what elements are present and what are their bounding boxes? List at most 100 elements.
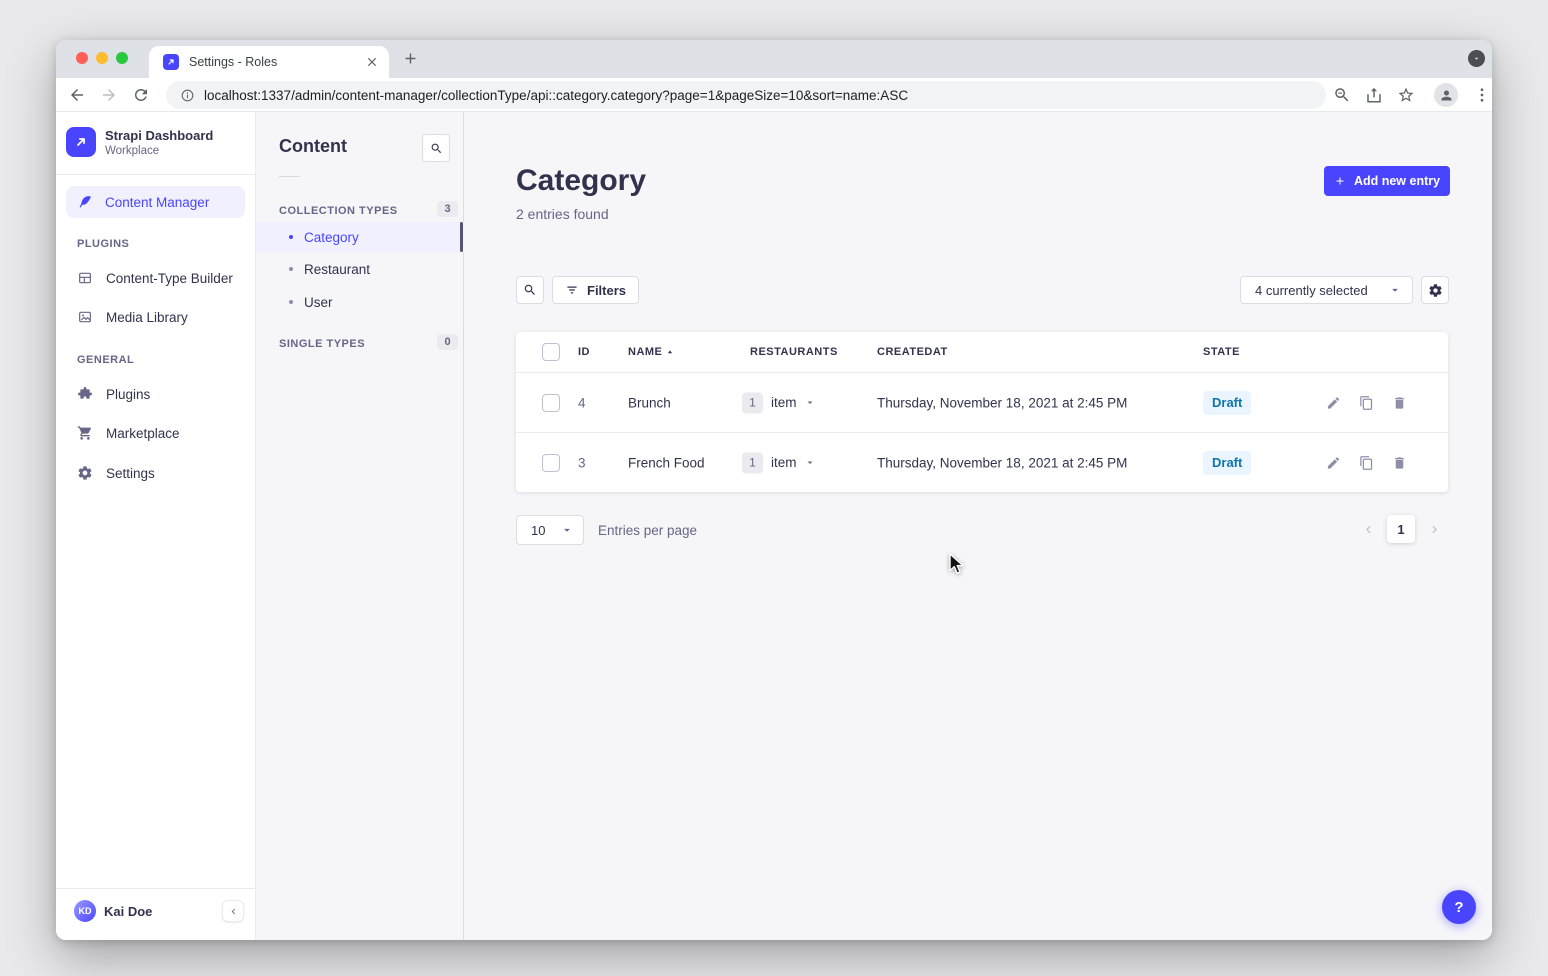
sidebar-item-plugins[interactable]: Plugins <box>56 378 255 410</box>
bullet-icon <box>289 267 293 271</box>
browser-tab-strip: Settings - Roles <box>56 40 1492 78</box>
delete-button[interactable] <box>1392 395 1407 410</box>
subnav-search-button[interactable] <box>422 134 450 162</box>
strapi-app: Strapi Dashboard Workplace Content Manag… <box>56 112 1492 940</box>
new-tab-button[interactable] <box>402 50 419 68</box>
strapi-logo-icon <box>66 127 96 157</box>
sidebar-item-content-type-builder[interactable]: Content-Type Builder <box>56 262 255 294</box>
row-checkbox[interactable] <box>542 394 560 412</box>
duplicate-button[interactable] <box>1359 455 1374 470</box>
subnav-item-user[interactable]: User <box>256 287 464 317</box>
plus-icon <box>1334 175 1346 187</box>
cell-restaurants[interactable]: 1 item <box>742 452 816 473</box>
subnav-item-category[interactable]: Category <box>256 222 464 252</box>
cell-name: French Food <box>628 455 705 470</box>
url-text: localhost:1337/admin/content-manager/col… <box>204 88 908 103</box>
tab-title: Settings - Roles <box>189 55 365 69</box>
edit-button[interactable] <box>1326 455 1341 470</box>
table-settings-button[interactable] <box>1421 276 1449 304</box>
image-icon <box>77 309 93 325</box>
row-checkbox[interactable] <box>542 454 560 472</box>
collapse-sidebar-button[interactable] <box>222 900 244 922</box>
page-size-dropdown[interactable]: 10 <box>516 515 584 545</box>
table-row[interactable]: 3 French Food 1item Thursday, November 1… <box>516 432 1448 492</box>
cell-createdat: Thursday, November 18, 2021 at 2:45 PM <box>877 455 1127 470</box>
duplicate-button[interactable] <box>1359 395 1374 410</box>
divider <box>56 174 255 175</box>
zoom-out-icon[interactable] <box>1333 86 1351 104</box>
main-content: Category 2 entries found Add new entry F… <box>464 112 1492 940</box>
close-window-button[interactable] <box>76 52 88 64</box>
bookmark-star-icon[interactable] <box>1397 86 1415 104</box>
relation-count-badge: 1 <box>742 392 763 413</box>
column-header-id[interactable]: ID <box>578 346 590 358</box>
column-header-createdat[interactable]: CREATEDAT <box>877 346 948 358</box>
table-search-button[interactable] <box>516 276 544 304</box>
feather-pen-icon <box>77 194 93 210</box>
table-row[interactable]: 4 Brunch 1item Thursday, November 18, 20… <box>516 372 1448 432</box>
sort-asc-icon[interactable] <box>665 347 675 357</box>
tab-search-button[interactable] <box>1468 50 1485 67</box>
pencil-icon <box>1326 395 1341 410</box>
chevron-down-icon <box>1388 283 1402 297</box>
subnav-item-restaurant[interactable]: Restaurant <box>256 254 464 284</box>
trash-icon <box>1392 395 1407 410</box>
relation-unit-label: item <box>771 455 797 470</box>
chevron-down-icon[interactable] <box>804 397 816 409</box>
reload-button[interactable] <box>132 86 150 104</box>
divider <box>279 176 300 177</box>
sidebar-item-media-library[interactable]: Media Library <box>56 301 255 333</box>
site-info-icon[interactable] <box>180 88 195 103</box>
url-bar[interactable]: localhost:1337/admin/content-manager/col… <box>166 81 1326 109</box>
subnav-item-label: Category <box>304 230 359 245</box>
minimize-window-button[interactable] <box>96 52 108 64</box>
cell-restaurants[interactable]: 1 item <box>742 392 816 413</box>
select-all-checkbox[interactable] <box>542 343 560 361</box>
content-subnav: Content COLLECTION TYPES 3 Category Rest… <box>256 112 464 940</box>
column-header-name[interactable]: NAME <box>628 346 662 358</box>
single-types-count-badge: 0 <box>437 334 458 350</box>
add-new-entry-button[interactable]: Add new entry <box>1324 166 1450 196</box>
subnav-title: Content <box>279 136 347 157</box>
filters-button[interactable]: Filters <box>552 276 639 304</box>
add-new-entry-label: Add new entry <box>1354 174 1440 188</box>
tab-close-icon[interactable] <box>365 55 379 69</box>
help-button[interactable]: ? <box>1442 890 1476 924</box>
browser-tab[interactable]: Settings - Roles <box>149 46 389 78</box>
gear-icon <box>77 465 93 481</box>
entries-found-label: 2 entries found <box>516 206 609 222</box>
browser-menu-icon[interactable] <box>1473 86 1491 104</box>
forward-button[interactable] <box>100 86 118 104</box>
browser-profile-avatar[interactable] <box>1434 83 1458 107</box>
back-button[interactable] <box>68 86 86 104</box>
general-section-header: GENERAL <box>77 354 134 366</box>
page-1-button[interactable]: 1 <box>1387 515 1415 543</box>
previous-page-button[interactable] <box>1361 522 1376 537</box>
fields-selected-value: 4 currently selected <box>1255 283 1368 298</box>
maximize-window-button[interactable] <box>116 52 128 64</box>
fields-selected-dropdown[interactable]: 4 currently selected <box>1240 276 1413 304</box>
page-title: Category <box>516 164 646 198</box>
relation-count-badge: 1 <box>742 452 763 473</box>
column-header-restaurants[interactable]: RESTAURANTS <box>750 346 838 358</box>
user-avatar[interactable]: KD <box>74 900 96 922</box>
cell-id: 4 <box>578 395 586 410</box>
subnav-scrollbar-thumb[interactable] <box>460 222 463 252</box>
edit-button[interactable] <box>1326 395 1341 410</box>
bullet-icon <box>289 300 293 304</box>
next-page-button[interactable] <box>1427 522 1442 537</box>
column-header-state[interactable]: STATE <box>1203 346 1240 358</box>
sidebar-item-marketplace[interactable]: Marketplace <box>56 417 255 449</box>
share-icon[interactable] <box>1365 86 1383 104</box>
sidebar-item-content-manager[interactable]: Content Manager <box>66 186 245 218</box>
gear-icon <box>1428 283 1443 298</box>
sidebar-item-label: Content Manager <box>105 195 209 210</box>
sidebar-item-settings[interactable]: Settings <box>56 457 255 489</box>
subnav-item-label: Restaurant <box>304 262 370 277</box>
chevron-down-icon[interactable] <box>804 457 816 469</box>
filter-icon <box>565 283 579 297</box>
relation-unit-label: item <box>771 395 797 410</box>
sidebar-item-label: Media Library <box>106 310 188 325</box>
collection-types-count-badge: 3 <box>437 201 458 217</box>
delete-button[interactable] <box>1392 455 1407 470</box>
